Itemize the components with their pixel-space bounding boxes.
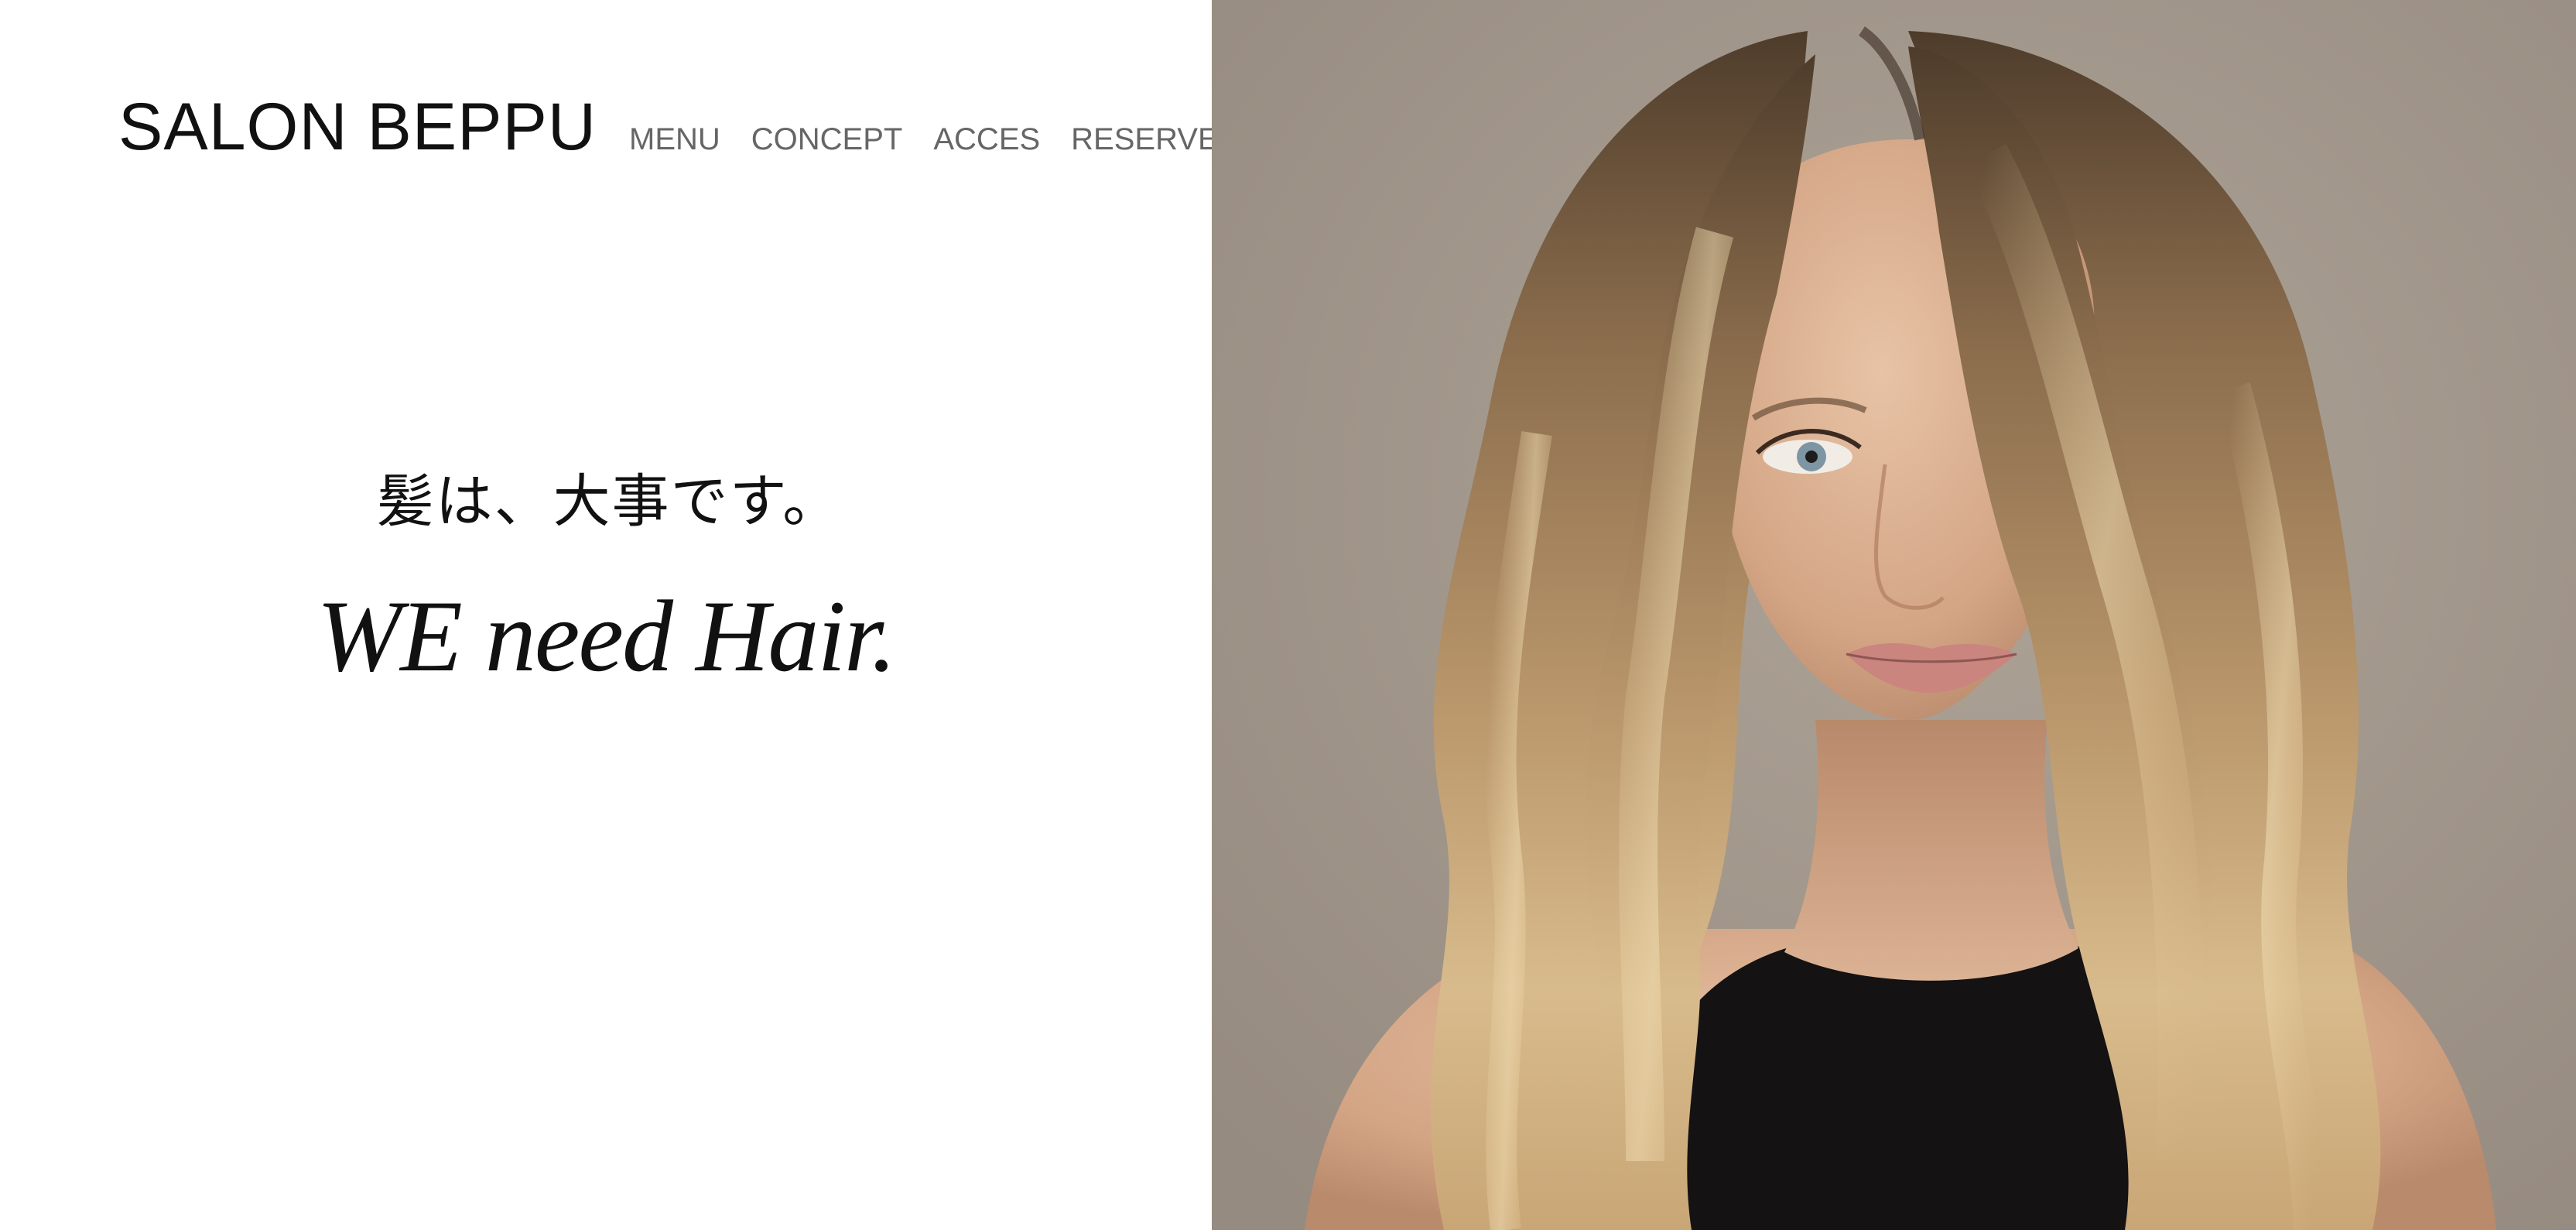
page: SALON BEPPU MENU CONCEPT ACCES RESERVE 髪… bbox=[0, 0, 2576, 1230]
hero-photo bbox=[1212, 0, 2576, 1230]
hero-photo-illustration bbox=[1212, 0, 2576, 1230]
site-logo[interactable]: SALON BEPPU bbox=[118, 89, 597, 166]
site-header: SALON BEPPU MENU CONCEPT ACCES RESERVE bbox=[118, 89, 1219, 166]
main-nav: MENU CONCEPT ACCES RESERVE bbox=[629, 122, 1219, 157]
tagline-english: WE need Hair. bbox=[316, 579, 897, 693]
left-panel: SALON BEPPU MENU CONCEPT ACCES RESERVE 髪… bbox=[0, 0, 1219, 1230]
nav-item-reserve[interactable]: RESERVE bbox=[1071, 122, 1218, 157]
tagline-japanese: 髪は、大事です。 bbox=[376, 468, 842, 535]
nav-item-menu[interactable]: MENU bbox=[629, 122, 720, 157]
nav-item-acces[interactable]: ACCES bbox=[933, 122, 1040, 157]
nav-item-concept[interactable]: CONCEPT bbox=[751, 122, 903, 157]
